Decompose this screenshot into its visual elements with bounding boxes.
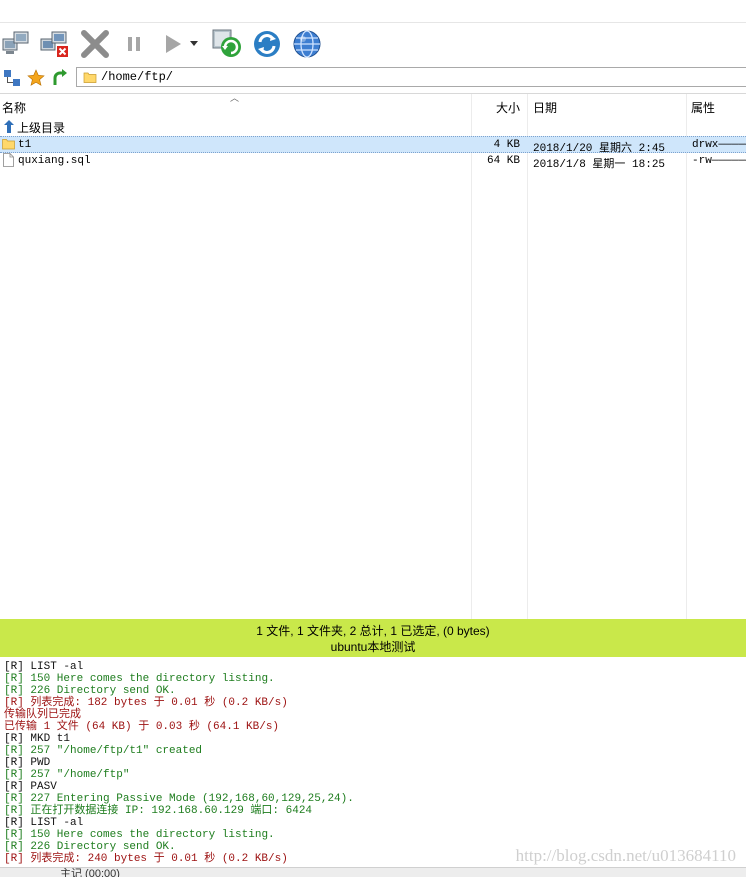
- parent-directory-label: 上级目录: [17, 121, 66, 135]
- column-header: ︿ 名称 大小 日期 属性: [0, 93, 746, 118]
- column-divider[interactable]: [527, 94, 528, 620]
- log-line: [R] 150 Here comes the directory listing…: [4, 673, 275, 685]
- log-line: [R] 226 Directory send OK.: [4, 841, 176, 853]
- log-panel[interactable]: [R] LIST -al [R] 150 Here comes the direc…: [0, 657, 746, 867]
- path-bar: /home/ftp/: [0, 64, 746, 92]
- toolbar: [0, 22, 746, 65]
- status-site-name: ubuntu本地测试: [330, 640, 416, 654]
- log-line: [R] 226 Directory send OK.: [4, 685, 176, 697]
- log-line: 传输队列已完成: [4, 709, 81, 721]
- column-date-header[interactable]: 日期: [533, 99, 557, 116]
- disconnect-icon[interactable]: [38, 27, 72, 61]
- status-summary: 1 文件, 1 文件夹, 2 总计, 1 已选定, (0 bytes): [256, 624, 490, 638]
- sort-ascending-icon: ︿: [230, 93, 240, 103]
- folder-icon: [2, 139, 15, 150]
- log-line: [R] 257 "/home/ftp": [4, 769, 130, 781]
- cancel-icon[interactable]: [78, 27, 112, 61]
- file-date: 2018/1/8 星期一 18:25: [533, 159, 666, 171]
- log-line: [R] LIST -al: [4, 661, 84, 673]
- file-row[interactable]: quxiang.sql 64 KB 2018/1/8 星期一 18:25 -rw…: [0, 153, 746, 171]
- log-line: [R] 列表完成: 182 bytes 于 0.01 秒 (0.2 KB/s): [4, 697, 288, 709]
- file-size: 4 KB: [493, 139, 520, 151]
- column-divider[interactable]: [686, 94, 687, 620]
- play-dropdown-icon[interactable]: [186, 27, 202, 61]
- column-divider[interactable]: [471, 94, 472, 620]
- column-name-header[interactable]: 名称: [2, 99, 26, 116]
- connect-icon[interactable]: [0, 27, 34, 61]
- file-attributes: drwx—————: [692, 139, 746, 151]
- log-line: [R] PASV: [4, 781, 57, 793]
- log-line: [R] 227 Entering Passive Mode (192,168,6…: [4, 793, 354, 805]
- file-name: t1: [18, 139, 32, 151]
- refresh-icon[interactable]: [250, 27, 284, 61]
- log-line: [R] 257 "/home/ftp/t1" created: [4, 745, 203, 757]
- pause-icon[interactable]: [117, 27, 151, 61]
- parent-directory-row[interactable]: 上级目录: [0, 118, 746, 135]
- status-bar: 1 文件, 1 文件夹, 2 总计, 1 已选定, (0 bytes) ubun…: [0, 619, 746, 657]
- globe-icon[interactable]: [290, 27, 324, 61]
- log-line: [R] 150 Here comes the directory listing…: [4, 829, 275, 841]
- log-line: [R] 列表完成: 240 bytes 于 0.01 秒 (0.2 KB/s): [4, 853, 288, 865]
- log-line: [R] PWD: [4, 757, 51, 769]
- path-text: /home/ftp/: [101, 70, 174, 84]
- go-up-arrow-icon[interactable]: [51, 69, 69, 87]
- column-attr-header[interactable]: 属性: [691, 99, 715, 116]
- folder-icon: [83, 72, 97, 83]
- log-line: [R] 正在打开数据连接 IP: 192.168.60.129 端口: 6424: [4, 805, 313, 817]
- site-manager-icon[interactable]: [3, 69, 21, 87]
- log-line: [R] LIST -al: [4, 817, 84, 829]
- column-size-header[interactable]: 大小: [496, 99, 520, 116]
- refresh-transfer-icon[interactable]: [210, 27, 244, 61]
- up-arrow-icon: [4, 120, 14, 133]
- path-input[interactable]: /home/ftp/: [76, 67, 746, 87]
- play-icon[interactable]: [156, 27, 190, 61]
- file-size: 64 KB: [486, 155, 520, 167]
- file-list: ︿ 名称 大小 日期 属性 上级目录 t1 4 KB 2018/1/20 星期六…: [0, 93, 746, 620]
- file-name: quxiang.sql: [18, 155, 91, 167]
- watermark: http://blog.csdn.net/u013684110: [515, 846, 736, 865]
- log-line: 已传输 1 文件 (64 KB) 于 0.03 秒 (64.1 KB/s): [4, 721, 280, 733]
- file-row[interactable]: t1 4 KB 2018/1/20 星期六 2:45 drwx—————: [0, 136, 746, 155]
- file-attributes: -rw———————: [692, 155, 746, 167]
- log-line: [R] MKD t1: [4, 733, 71, 745]
- file-icon: [3, 153, 14, 167]
- favorites-star-icon[interactable]: [27, 69, 45, 87]
